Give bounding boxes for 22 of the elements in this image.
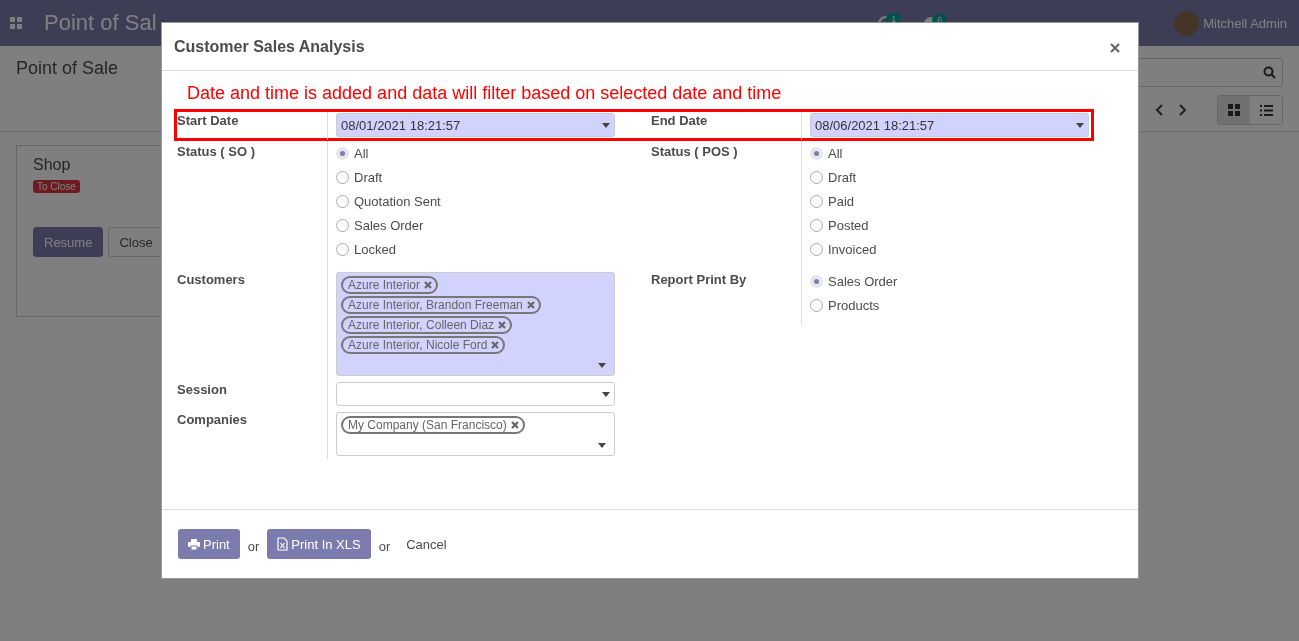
field-label: Report Print By bbox=[651, 271, 748, 289]
tag: Azure Interior, Nicole Ford bbox=[341, 336, 506, 354]
field-label: Companies bbox=[177, 411, 249, 429]
field-label: Start Date bbox=[177, 112, 240, 130]
date-value: 08/01/2021 18:21:57 bbox=[341, 117, 461, 133]
or-text: or bbox=[247, 537, 260, 554]
dialog-title: Customer Sales Analysis bbox=[174, 37, 365, 56]
date-value: 08/06/2021 18:21:57 bbox=[815, 117, 935, 133]
status-badge: To Close bbox=[33, 180, 80, 193]
annotation-text: Date and time is added and data will filter based on selected date and time bbox=[187, 83, 783, 104]
field-label: Session bbox=[177, 381, 228, 399]
app-title: Point of Sal bbox=[44, 10, 157, 36]
tag: My Company (San Francisco) bbox=[341, 416, 525, 434]
field-label: Status ( SO ) bbox=[177, 143, 256, 161]
card-title: Shop bbox=[33, 156, 72, 174]
tag: Azure Interior, Brandon Freeman bbox=[341, 296, 541, 314]
field-label: Customers bbox=[177, 271, 246, 289]
tag: Azure Interior bbox=[341, 276, 439, 294]
tag: Azure Interior, Colleen Diaz bbox=[341, 316, 513, 334]
field-label: Status ( POS ) bbox=[651, 143, 739, 161]
field-label: End Date bbox=[651, 112, 709, 130]
or-text: or bbox=[378, 537, 391, 554]
